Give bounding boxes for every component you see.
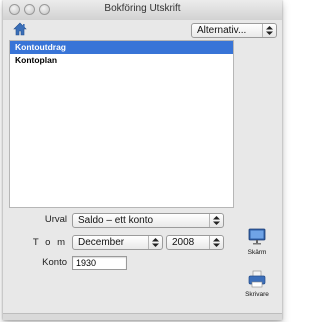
year-popup-value: 2008 [172, 237, 195, 248]
tom-label: T o m [32, 237, 67, 248]
report-list[interactable]: Kontoutdrag Kontoplan [9, 40, 234, 208]
popup-arrows-icon [262, 24, 276, 37]
alternatives-popup[interactable]: Alternativ... [191, 23, 277, 38]
month-popup[interactable]: December [72, 235, 163, 250]
konto-field[interactable]: 1930 [72, 256, 127, 270]
bottom-bar [3, 313, 282, 320]
popup-arrows-icon [209, 214, 223, 227]
monitor-icon [248, 228, 266, 245]
urval-popup[interactable]: Saldo – ett konto [72, 213, 224, 228]
screen-button[interactable]: Skärm [237, 228, 277, 256]
alternatives-popup-label: Alternativ... [197, 25, 247, 36]
list-item[interactable]: Kontoutdrag [10, 41, 233, 54]
toolbar: Alternativ... [3, 20, 282, 40]
month-popup-value: December [78, 237, 125, 248]
output-panel: Skärm Skrivare [235, 40, 279, 310]
urval-popup-value: Saldo – ett konto [78, 215, 154, 226]
home-icon [13, 22, 27, 36]
konto-label: Konto [42, 257, 67, 268]
print-window: Bokföring Utskrift Alternativ... Kontout… [3, 0, 282, 320]
printer-icon [248, 270, 266, 288]
popup-arrows-icon [209, 236, 223, 249]
window-title: Bokföring Utskrift [104, 3, 181, 14]
options-panel: Urval Saldo – ett konto T o m December 2… [9, 208, 234, 308]
list-item[interactable]: Kontoplan [10, 54, 233, 67]
year-popup[interactable]: 2008 [166, 235, 224, 250]
home-button[interactable] [13, 22, 27, 36]
printer-button[interactable]: Skrivare [237, 270, 277, 298]
screen-button-label: Skärm [247, 249, 267, 256]
urval-label: Urval [44, 214, 67, 225]
popup-arrows-icon [148, 236, 162, 249]
title-bar: Bokföring Utskrift [3, 0, 282, 21]
printer-button-label: Skrivare [245, 291, 269, 298]
